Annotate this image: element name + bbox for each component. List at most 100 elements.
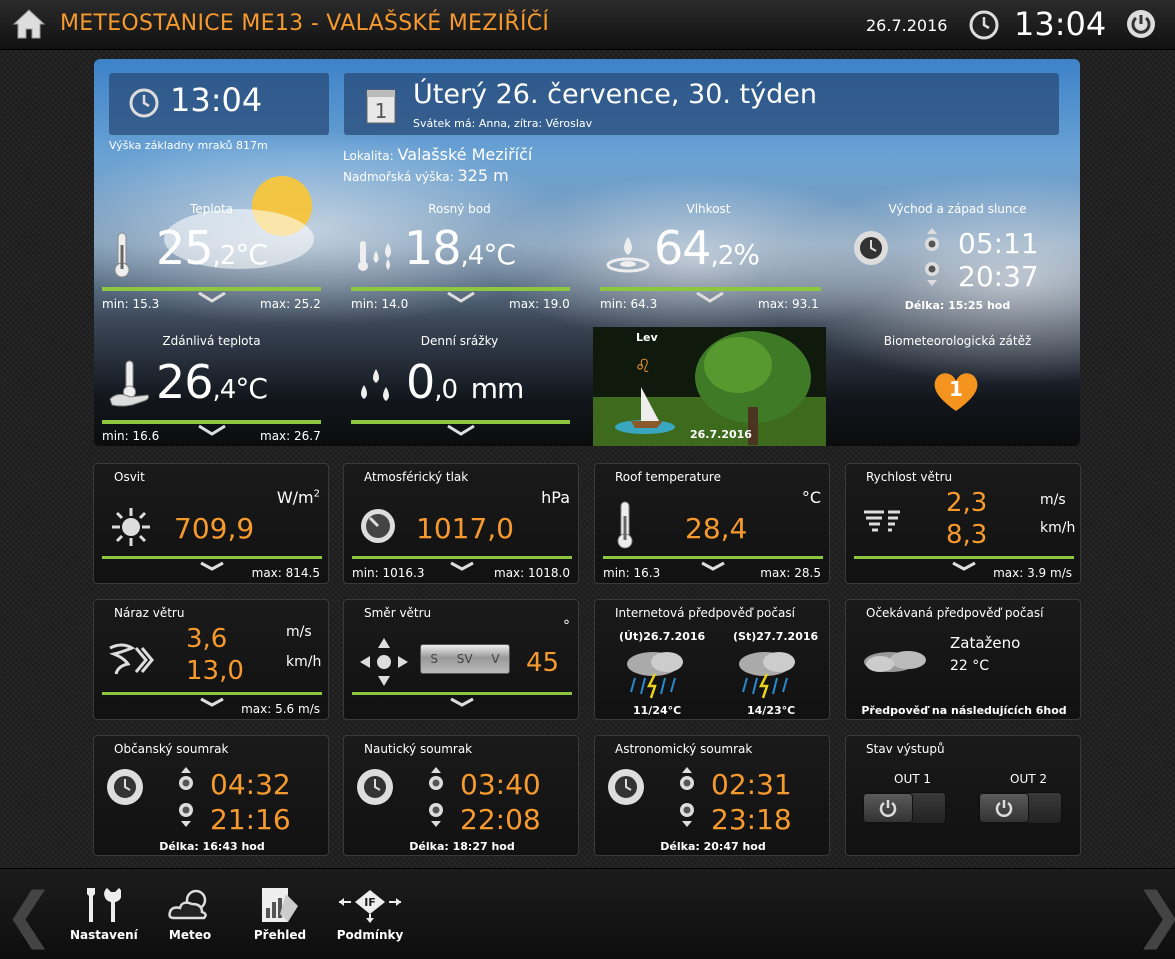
humidity-icon [606, 237, 650, 273]
astro-length: Délka: 20:47 hod [660, 840, 766, 853]
nav-conditions-label: Podmínky [336, 928, 404, 942]
panel-pressure[interactable]: Atmosférický tlak hPa 1017,0 min: 1016.3… [343, 463, 579, 584]
zodiac-label: Lev [636, 331, 658, 344]
astro-rise: 02:31 [711, 768, 792, 801]
sunset-time: 20:37 [958, 260, 1039, 293]
chevron-down-icon[interactable] [700, 561, 726, 571]
panel-roof-temperature[interactable]: Roof temperature °C 28,4 min: 16.3 max: … [594, 463, 830, 584]
day-length: Délka: 15:25 hod [904, 299, 1011, 312]
dewpoint-value: 18,4°C [404, 221, 516, 275]
direction-bar [352, 692, 572, 695]
civil-set: 21:16 [210, 803, 291, 836]
wind-title: Rychlost větru [866, 470, 953, 484]
chevron-down-icon[interactable] [197, 291, 227, 303]
barometer-icon [361, 509, 395, 543]
hand-thermometer-icon [109, 360, 149, 407]
nav-conditions[interactable]: IF Podmínky [336, 886, 404, 942]
header-date: 26.7.2016 [866, 16, 948, 35]
hero-time: 13:04 [170, 81, 263, 119]
dewpoint-icon [358, 241, 391, 271]
sun-clock-icon [854, 231, 888, 265]
rain-value: 0,0 mm [406, 355, 524, 409]
altitude: Nadmořská výška: 325 m [343, 166, 509, 185]
nautical-set: 22:08 [460, 803, 541, 836]
humidity-label: Vlhkost [686, 202, 731, 216]
panel-wind-speed[interactable]: Rychlost větru 2,3 8,3 m/s km/h max: 3.9… [845, 463, 1081, 584]
direction-title: Směr větru [364, 606, 432, 620]
roof-value: 28,4 [685, 512, 748, 545]
app-title: METEOSTANICE ME13 - VALAŠSKÉ MEZIŘÍČÍ [60, 11, 550, 36]
chevron-down-icon[interactable] [446, 291, 476, 303]
report-chart-icon [262, 888, 298, 922]
sunset-icon [925, 262, 939, 286]
apparent-temp-label: Zdánlivá teplota [162, 334, 261, 348]
panel-nautical-twilight[interactable]: Nautický soumrak 03:40 22:08 Délka: 18:2… [343, 735, 579, 856]
svg-text:IF: IF [364, 896, 376, 909]
temperature-max: max: 25.2 [260, 297, 321, 311]
sun-clock-icon [357, 769, 393, 805]
panel-wind-direction[interactable]: Směr větru ° S SV V 45 [343, 599, 579, 720]
thermometer-icon [617, 501, 633, 549]
sunrise-time: 05:11 [958, 227, 1039, 260]
panel-wind-gust[interactable]: Náraz větru 3,6 13,0 m/s km/h max: 5.6 m… [93, 599, 329, 720]
roof-unit: °C [801, 488, 821, 507]
astro-set: 23:18 [711, 803, 792, 836]
gust-value-ms: 3,6 [186, 624, 228, 654]
panel-internet-forecast[interactable]: Internetová předpověď počasí (Út)26.7.20… [594, 599, 830, 720]
civil-rise: 04:32 [210, 768, 291, 801]
chevron-down-icon[interactable] [449, 561, 475, 571]
chevron-down-icon[interactable] [449, 697, 475, 707]
osvit-max: max: 814.5 [251, 566, 320, 580]
wind-value-kmh: 8,3 [946, 520, 988, 550]
out2-toggle[interactable] [978, 792, 1062, 824]
forecast-note: Předpověď na následujících 6hod [861, 704, 1067, 717]
sun-icon [112, 508, 150, 546]
thermometer-icon [114, 232, 130, 278]
weather-cloud-icon [168, 889, 207, 920]
osvit-value: 709,9 [174, 512, 255, 545]
gust-bar [102, 692, 322, 695]
nav-settings[interactable]: Nastavení [70, 886, 138, 942]
chevron-down-icon[interactable] [951, 561, 977, 571]
osvit-title: Osvit [114, 470, 145, 484]
humidity-max: max: 93.1 [758, 297, 819, 311]
temperature-value: 25,2°C [156, 221, 268, 275]
panel-astronomical-twilight[interactable]: Astronomický soumrak 02:31 23:18 Délka: … [594, 735, 830, 856]
rain-label: Denní srážky [420, 334, 499, 348]
nautical-length: Délka: 18:27 hod [409, 840, 515, 853]
cloud-base-height: Výška základny mraků 817m [109, 139, 268, 152]
chevron-down-icon[interactable] [446, 424, 476, 436]
chevron-down-icon[interactable] [199, 561, 225, 571]
gust-unit-ms: m/s [286, 624, 312, 640]
zodiac-date: 26.7.2016 [690, 428, 752, 441]
home-icon[interactable] [12, 8, 46, 40]
storm-cloud-icon [739, 652, 795, 699]
pressure-title: Atmosférický tlak [364, 470, 469, 484]
outputs-title: Stav výstupů [866, 742, 945, 756]
nav-meteo[interactable]: Meteo [160, 886, 220, 942]
out1-toggle[interactable] [862, 792, 946, 824]
forecast-condition: Zataženo [950, 634, 1021, 652]
sun-label: Východ a západ slunce [888, 202, 1027, 216]
biometeo-value: 1 [949, 377, 963, 401]
nav-overview-label: Přehled [253, 928, 307, 942]
nav-prev-arrow[interactable]: ❮ [4, 885, 54, 945]
panel-local-forecast[interactable]: Očekávaná předpověď počasí Zataženo 22 °… [845, 599, 1081, 720]
chevron-down-icon[interactable] [695, 291, 725, 303]
chevron-down-icon[interactable] [199, 697, 225, 707]
panel-osvit[interactable]: Osvit W/m2 709,9 max: 814.5 [93, 463, 329, 584]
chevron-down-icon[interactable] [197, 424, 227, 436]
nav-next-arrow[interactable]: ❯ [1134, 885, 1175, 945]
power-icon[interactable] [1126, 9, 1156, 39]
nav-overview[interactable]: Přehled [252, 886, 308, 942]
temperature-min: min: 15.3 [102, 297, 160, 311]
apparent-temp-min: min: 16.6 [102, 429, 160, 443]
panel-civil-twilight[interactable]: Občanský soumrak 04:32 21:16 Délka: 16:4… [93, 735, 329, 856]
pressure-value: 1017,0 [416, 512, 514, 545]
gust-icon [109, 643, 154, 675]
humidity-value: 64,2% [654, 221, 760, 275]
dewpoint-label: Rosný bod [428, 202, 491, 216]
power-icon [879, 800, 897, 817]
power-icon [995, 800, 1013, 817]
storm-cloud-icon [627, 652, 683, 699]
